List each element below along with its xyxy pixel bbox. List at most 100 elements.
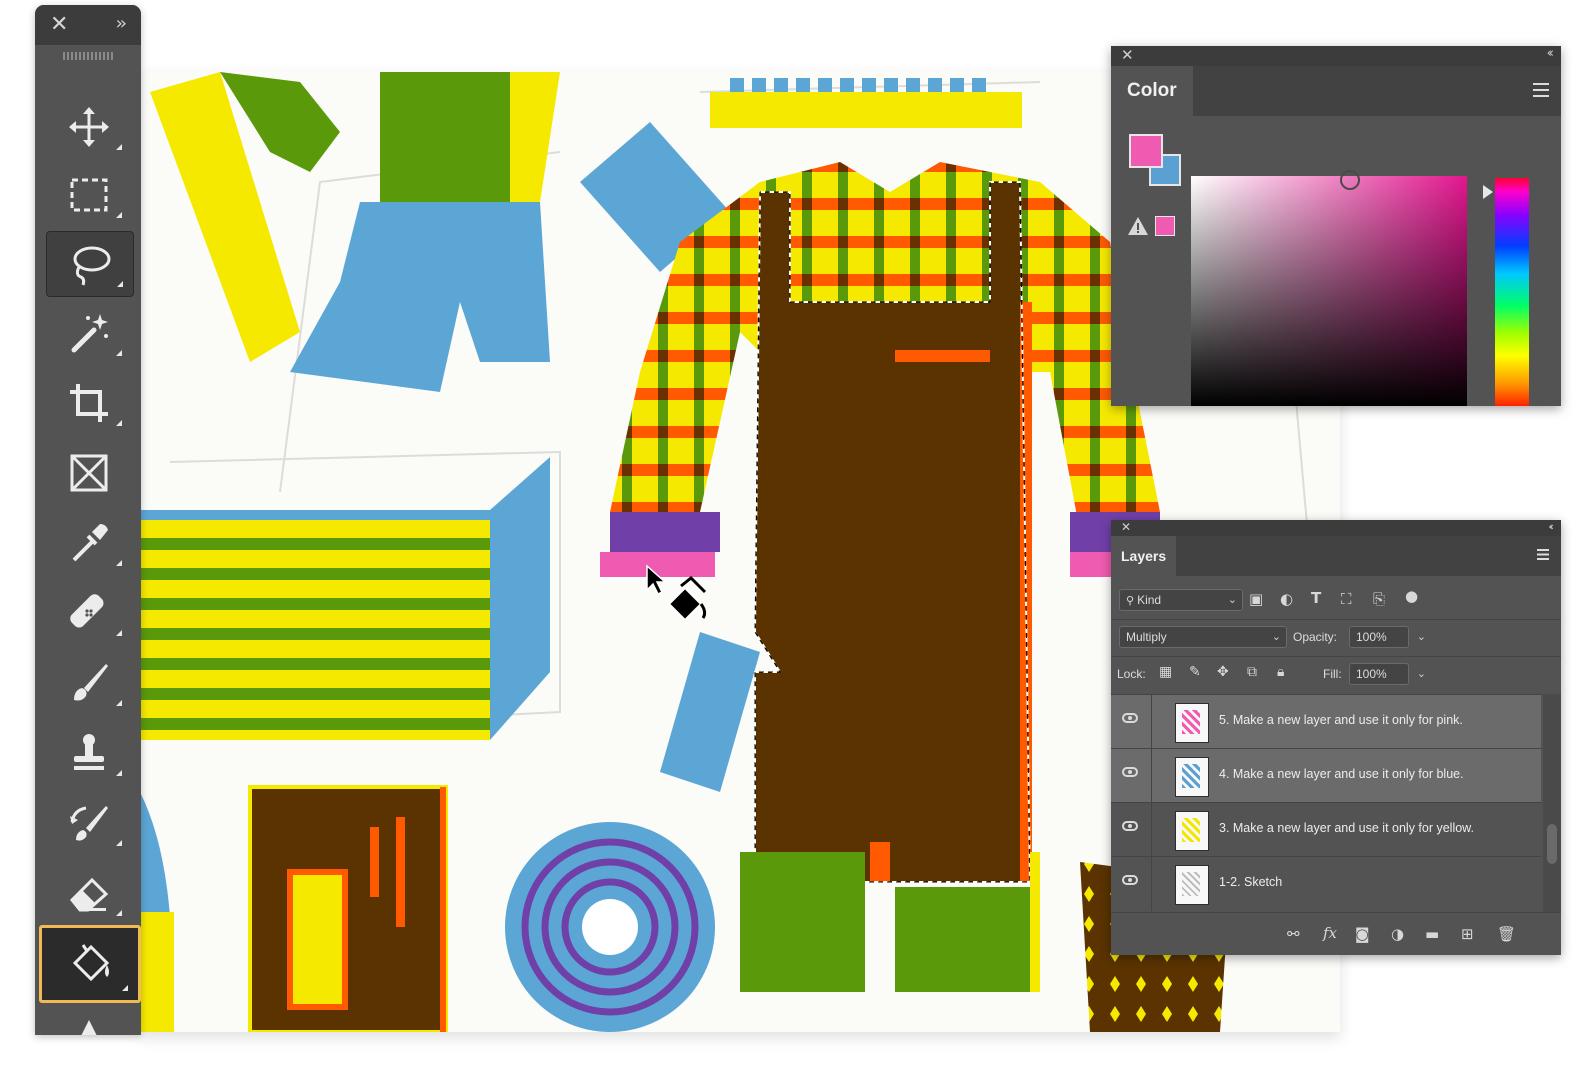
pen-icon [81, 1020, 97, 1035]
tools-panel-header: ✕ ›› [35, 5, 141, 45]
spot-healing-icon [70, 594, 104, 628]
brush-icon [74, 664, 108, 701]
layers-panel-topbar[interactable]: ✕ ‹‹ [1111, 520, 1561, 536]
delete-layer-trash-icon[interactable]: 🗑︎ [1497, 925, 1516, 943]
close-icon[interactable]: ✕ [50, 12, 68, 37]
color-picker-handle[interactable] [1340, 170, 1360, 190]
layer-row[interactable]: 1-2. Sketch [1111, 856, 1541, 911]
layer-style-fx-icon[interactable]: fx [1323, 924, 1337, 942]
paint-bucket-cursor-icon [646, 564, 707, 622]
fill-value: 100% [1356, 667, 1387, 681]
panel-menu-icon[interactable] [1537, 549, 1549, 560]
scrollbar-thumb[interactable] [1547, 824, 1557, 864]
layers-list: 5. Make a new layer and use it only for … [1111, 694, 1541, 912]
crop-tool-button[interactable] [46, 371, 132, 435]
eraser-tool-button[interactable] [46, 861, 132, 925]
frame-tool-button[interactable] [46, 441, 132, 505]
visibility-eye-icon[interactable] [1122, 767, 1138, 777]
lock-image-pixels-icon[interactable]: ✎ [1189, 664, 1201, 680]
filter-kind-select[interactable]: ⚲ Kind ⌄ [1119, 589, 1243, 611]
clone-stamp-icon [74, 734, 104, 770]
filter-adjustment-layer-icon[interactable]: ◐ [1280, 590, 1293, 608]
pen-tool-button[interactable] [46, 1005, 132, 1035]
history-brush-tool-button[interactable] [46, 791, 132, 855]
layers-scrollbar[interactable] [1543, 694, 1561, 912]
hue-slider[interactable] [1495, 178, 1529, 406]
panel-menu-icon[interactable] [1533, 83, 1549, 97]
clone-stamp-tool-button[interactable] [46, 721, 132, 785]
magic-wand-icon [71, 314, 108, 353]
eyedropper-icon [72, 524, 108, 562]
collapse-panel-icon[interactable]: ‹‹ [1547, 46, 1555, 61]
filter-shape-layer-icon[interactable]: ⛶ [1341, 590, 1352, 608]
tab-color[interactable]: Color [1111, 66, 1193, 116]
layer-name: 4. Make a new layer and use it only for … [1219, 767, 1464, 781]
rectangular-marquee-icon [70, 178, 108, 212]
eraser-icon [69, 877, 109, 912]
filter-smart-object-icon[interactable]: ⎘ [1373, 590, 1385, 608]
in-gamut-color-swatch[interactable] [1155, 216, 1175, 236]
opacity-field[interactable]: 100% ⌄ [1349, 626, 1426, 648]
filter-pixel-layer-icon[interactable]: ▣ [1249, 590, 1263, 608]
foreground-color-swatch[interactable] [1129, 134, 1163, 168]
layers-panel-tabs: Layers [1111, 536, 1561, 576]
opacity-value: 100% [1356, 630, 1387, 644]
layer-row[interactable]: 4. Make a new layer and use it only for … [1111, 748, 1541, 803]
layer-name: 1-2. Sketch [1219, 875, 1283, 889]
gamut-warning-icon[interactable] [1127, 216, 1149, 236]
magic-wand-tool-button[interactable] [46, 301, 132, 365]
blend-mode-value: Multiply [1126, 630, 1167, 644]
add-mask-icon[interactable]: ◙ [1355, 925, 1370, 943]
lock-position-icon[interactable]: ✥ [1217, 664, 1229, 680]
blend-mode-select[interactable]: Multiply ⌄ [1119, 626, 1287, 648]
marquee-tool-button[interactable] [46, 163, 132, 227]
eyedropper-tool-button[interactable] [46, 511, 132, 575]
brush-tool-button[interactable] [46, 651, 132, 715]
close-icon[interactable]: ✕ [1121, 520, 1131, 534]
visibility-eye-icon[interactable] [1122, 821, 1138, 831]
new-layer-icon[interactable]: ⊞ [1461, 925, 1474, 943]
new-group-folder-icon[interactable]: ▬ [1425, 925, 1439, 943]
fill-field[interactable]: 100% ⌄ [1349, 663, 1426, 685]
layer-name: 5. Make a new layer and use it only for … [1219, 713, 1463, 727]
color-panel: ✕ ‹‹ Color [1111, 46, 1561, 406]
chevron-down-icon: ⌄ [1271, 631, 1281, 643]
move-tool-button[interactable] [46, 95, 132, 159]
history-brush-icon [70, 806, 108, 841]
link-layers-icon[interactable]: ⚯ [1287, 925, 1300, 943]
visibility-eye-icon[interactable] [1122, 875, 1138, 885]
layer-row[interactable]: 3. Make a new layer and use it only for … [1111, 802, 1541, 857]
paint-bucket-icon [72, 944, 110, 982]
layer-thumbnail [1175, 865, 1209, 905]
collapse-panel-icon[interactable]: ‹‹ [1548, 520, 1554, 533]
layers-panel: ✕ ‹‹ Layers ⚲ Kind ⌄ ▣ ◐ T ⛶ ⎘ ● Multipl… [1111, 520, 1561, 955]
close-icon[interactable]: ✕ [1121, 46, 1134, 64]
lock-all-icon[interactable]: 🔒︎ [1277, 664, 1284, 680]
lasso-tool-button[interactable] [46, 231, 134, 297]
adjustment-layer-icon[interactable]: ◑ [1391, 925, 1404, 943]
panel-grip[interactable] [63, 52, 115, 60]
saturation-brightness-field[interactable] [1191, 176, 1467, 406]
paint-bucket-tool-button[interactable] [39, 925, 141, 1003]
layers-bottom-bar: ⚯ fx ◙ ◑ ▬ ⊞ 🗑︎ [1111, 912, 1561, 956]
chevron-down-icon[interactable]: ⌄ [1417, 667, 1426, 680]
tab-layers[interactable]: Layers [1111, 536, 1177, 576]
color-panel-topbar[interactable]: ✕ ‹‹ [1111, 46, 1561, 66]
layer-name: 3. Make a new layer and use it only for … [1219, 821, 1474, 835]
layer-row[interactable]: 5. Make a new layer and use it only for … [1111, 694, 1541, 749]
color-panel-tabs: Color [1111, 66, 1561, 116]
chevron-down-icon[interactable]: ⌄ [1417, 630, 1426, 643]
filter-type-layer-icon[interactable]: T [1311, 589, 1321, 607]
search-icon: ⚲ [1126, 593, 1135, 607]
layer-thumbnail [1175, 757, 1209, 797]
opacity-label: Opacity: [1293, 630, 1338, 644]
hue-slider-handle[interactable] [1483, 185, 1493, 199]
filter-kind-value: Kind [1137, 593, 1162, 607]
lock-artboard-icon[interactable]: ⧉ [1247, 664, 1257, 680]
lock-transparent-pixels-icon[interactable]: ▦ [1159, 664, 1172, 680]
healing-tool-button[interactable] [46, 581, 132, 645]
filter-toggle-icon[interactable]: ● [1405, 587, 1418, 605]
collapse-panel-icon[interactable]: ›› [116, 13, 128, 34]
visibility-eye-icon[interactable] [1122, 713, 1138, 723]
frame-icon [70, 454, 108, 492]
